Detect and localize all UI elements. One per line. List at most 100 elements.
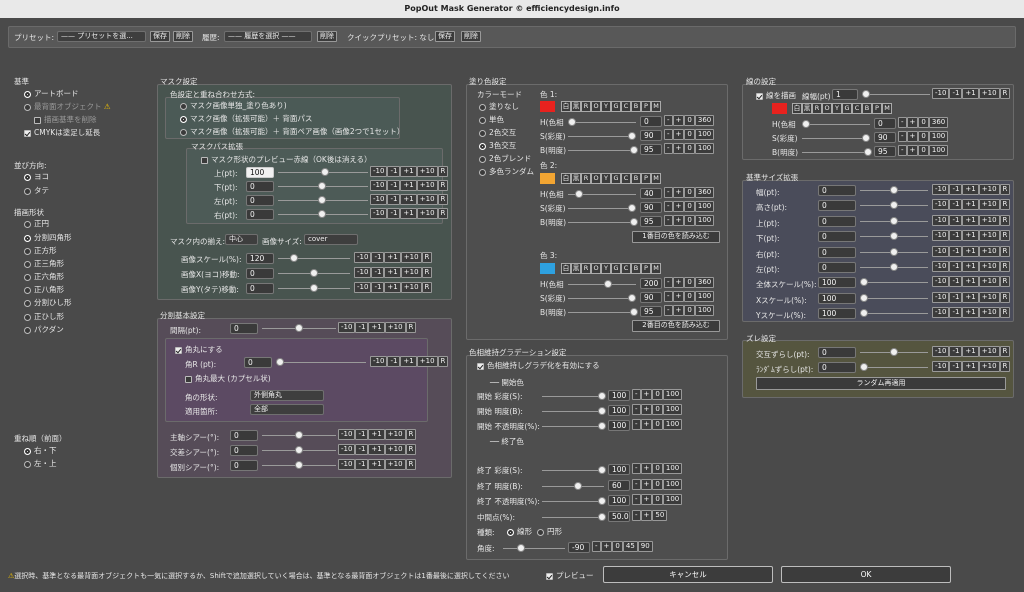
shear2-slider[interactable] bbox=[262, 446, 336, 454]
ext-row-input[interactable]: 100 bbox=[818, 292, 856, 304]
angle-steppers[interactable]: - +0 45 90 bbox=[592, 541, 653, 552]
scale-slider[interactable] bbox=[278, 254, 350, 262]
color1-h-steppers[interactable]: - +0 360 bbox=[664, 115, 715, 126]
end-b-input[interactable]: 60 bbox=[608, 480, 630, 491]
ext-row-slider[interactable] bbox=[860, 232, 928, 241]
shear1-steppers[interactable]: -10 -1 +1 +10 R bbox=[338, 429, 417, 440]
combo-backpath-radio[interactable]: マスク画像（拡張可能）＋ 背面パス bbox=[180, 113, 312, 124]
color2-b-input[interactable]: 95 bbox=[640, 216, 662, 227]
mask-top-steppers[interactable]: -10 -1 +1 +10 R bbox=[370, 166, 449, 177]
ext-row-steppers[interactable]: -10 -1 +1 +10 R bbox=[932, 184, 1011, 195]
color3-swatch[interactable] bbox=[540, 263, 555, 274]
quick-delete-button[interactable]: 削除 bbox=[461, 31, 481, 42]
history-select[interactable]: —— 履歴を選択 —— bbox=[224, 31, 312, 42]
line-h-input[interactable]: 0 bbox=[874, 118, 896, 129]
color3-h-input[interactable]: 200 bbox=[640, 278, 662, 289]
ok-button[interactable]: OK bbox=[781, 566, 951, 583]
shape-split-diamond-radio[interactable]: 分割ひし形 bbox=[24, 297, 72, 308]
ext-row-input[interactable]: 0 bbox=[818, 231, 856, 243]
image-y-slider[interactable] bbox=[278, 284, 350, 292]
line-color-swatch[interactable] bbox=[772, 103, 787, 114]
mode-two-alt-radio[interactable]: 2色交互 bbox=[479, 127, 516, 138]
color2-h-steppers[interactable]: - +0 360 bbox=[664, 187, 715, 198]
order-tate-radio[interactable]: タテ bbox=[24, 185, 49, 196]
ext-row-steppers[interactable]: -10 -1 +1 +10 R bbox=[932, 214, 1011, 226]
rand-shift-steppers[interactable]: -10 -1 +1 +10 R bbox=[932, 361, 1011, 372]
load-color2-button[interactable]: 2番目の色を読み込む bbox=[632, 320, 720, 332]
ext-row-slider[interactable] bbox=[860, 201, 928, 210]
ext-row-steppers[interactable]: -10 -1 +1 +10 R bbox=[932, 276, 1011, 288]
preset-save-button[interactable]: 保存 bbox=[150, 31, 170, 42]
mode-single-radio[interactable]: 単色 bbox=[479, 114, 504, 125]
mid-input[interactable]: 50.0 bbox=[608, 511, 630, 522]
line-b-steppers[interactable]: - +0 100 bbox=[898, 145, 949, 156]
mask-preview-checkbox[interactable]: マスク形状のプレビュー赤線（OK後は消える） bbox=[201, 154, 372, 165]
color2-s-input[interactable]: 90 bbox=[640, 202, 662, 213]
mode-three-alt-radio[interactable]: 3色交互 bbox=[479, 140, 516, 151]
start-s-slider[interactable] bbox=[542, 392, 606, 400]
quick-save-button[interactable]: 保存 bbox=[435, 31, 455, 42]
ext-row-slider[interactable] bbox=[860, 278, 928, 287]
mask-size-select[interactable]: cover bbox=[304, 234, 358, 245]
mask-top-slider[interactable] bbox=[278, 168, 368, 176]
shape-square-radio[interactable]: 正方形 bbox=[24, 245, 57, 256]
color2-b-slider[interactable] bbox=[568, 218, 638, 226]
radius-input[interactable]: 0 bbox=[244, 357, 272, 368]
line-b-input[interactable]: 95 bbox=[874, 146, 896, 157]
shear1-input[interactable]: 0 bbox=[230, 430, 258, 441]
image-y-input[interactable]: 0 bbox=[246, 283, 274, 294]
color2-s-slider[interactable] bbox=[568, 204, 636, 212]
start-s-steppers[interactable]: - +0 100 bbox=[632, 389, 683, 400]
color2-h-slider[interactable] bbox=[568, 190, 636, 198]
line-width-input[interactable]: 1 bbox=[832, 89, 858, 100]
ext-row-steppers[interactable]: -10 -1 +1 +10 R bbox=[932, 230, 1011, 242]
shape-octagon-radio[interactable]: 正八角形 bbox=[24, 284, 64, 295]
start-b-input[interactable]: 100 bbox=[608, 405, 630, 416]
color1-s-steppers[interactable]: - +0 100 bbox=[664, 129, 715, 140]
color1-h-slider[interactable] bbox=[568, 118, 636, 126]
mask-bottom-slider[interactable] bbox=[278, 182, 368, 190]
rand-shift-slider[interactable] bbox=[860, 363, 928, 371]
base-artboard-radio[interactable]: アートボード bbox=[24, 88, 79, 99]
base-remove-checkbox[interactable]: 描画基準を削除 bbox=[34, 114, 97, 125]
ext-row-input[interactable]: 0 bbox=[818, 200, 856, 212]
load-color1-button[interactable]: 1番目の色を読み込む bbox=[632, 231, 720, 243]
gap-input[interactable]: 0 bbox=[230, 323, 258, 334]
line-h-slider[interactable] bbox=[802, 120, 870, 128]
shear2-steppers[interactable]: -10 -1 +1 +10 R bbox=[338, 444, 417, 455]
history-delete-button[interactable]: 削除 bbox=[317, 31, 337, 42]
line-s-slider[interactable] bbox=[802, 134, 870, 142]
line-width-slider[interactable] bbox=[862, 90, 930, 98]
cancel-button[interactable]: キャンセル bbox=[603, 566, 773, 583]
color1-b-steppers[interactable]: - +0 100 bbox=[664, 143, 715, 154]
image-x-steppers[interactable]: -10 -1 +1 +10 R bbox=[354, 267, 433, 278]
random-reapply-button[interactable]: ランダム再適用 bbox=[756, 377, 1006, 390]
color1-swatch[interactable] bbox=[540, 101, 555, 112]
line-s-steppers[interactable]: - +0 100 bbox=[898, 131, 949, 142]
round-checkbox[interactable]: 角丸にする bbox=[175, 344, 223, 355]
mask-right-steppers[interactable]: -10 -1 +1 +10 R bbox=[370, 208, 449, 219]
shape-triangle-radio[interactable]: 正三角形 bbox=[24, 258, 64, 269]
scale-steppers[interactable]: -10 -1 +1 +10 R bbox=[354, 252, 433, 263]
ext-row-input[interactable]: 100 bbox=[818, 277, 856, 289]
grad-radial-radio[interactable]: 円形 bbox=[537, 526, 562, 537]
color1-palette[interactable]: 白黒ROYGCBPM bbox=[561, 101, 661, 112]
gradient-enable-checkbox[interactable]: 色相維持しグラデ化を有効にする bbox=[477, 360, 600, 371]
stack-right-radio[interactable]: 右・下 bbox=[24, 445, 57, 456]
gap-steppers[interactable]: -10 -1 +1 +10 R bbox=[338, 322, 417, 333]
mask-top-input[interactable]: 100 bbox=[246, 167, 274, 178]
round-max-checkbox[interactable]: 角丸最大 (カプセル状) bbox=[185, 373, 271, 384]
stack-left-radio[interactable]: 左・上 bbox=[24, 458, 57, 469]
shear3-input[interactable]: 0 bbox=[230, 460, 258, 471]
color3-s-slider[interactable] bbox=[568, 294, 636, 302]
ext-row-input[interactable]: 0 bbox=[818, 246, 856, 258]
line-palette[interactable]: 白黒ROYGCBPM bbox=[792, 103, 892, 114]
combo-pair-radio[interactable]: マスク画像（拡張可能）＋ 背面ペア画像（画像2つで1セット） bbox=[180, 126, 404, 137]
shear3-steppers[interactable]: -10 -1 +1 +10 R bbox=[338, 459, 417, 470]
line-b-slider[interactable] bbox=[802, 148, 872, 156]
radius-slider[interactable] bbox=[276, 358, 366, 366]
image-x-slider[interactable] bbox=[278, 269, 350, 277]
color2-palette[interactable]: 白黒ROYGCBPM bbox=[561, 173, 661, 184]
mask-align-select[interactable]: 中心 bbox=[225, 234, 258, 245]
line-width-steppers[interactable]: -10 -1 +1 +10 R bbox=[932, 88, 1011, 99]
